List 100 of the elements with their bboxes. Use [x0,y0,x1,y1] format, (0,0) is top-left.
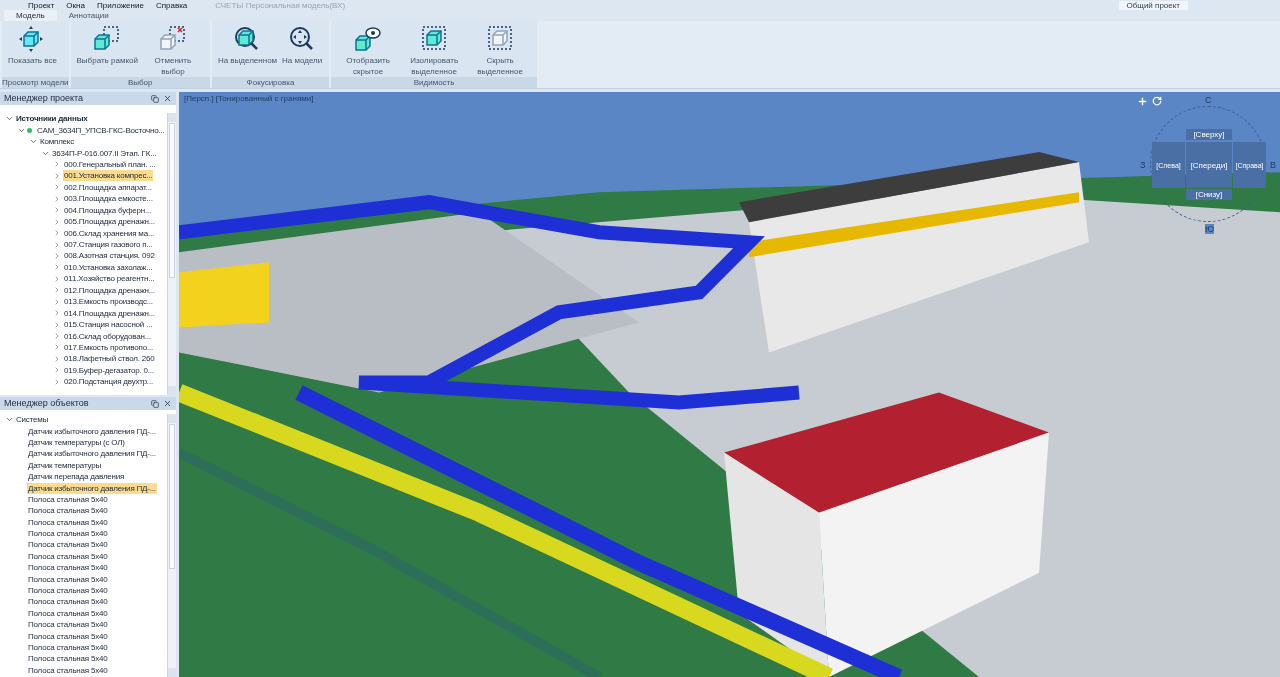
ribbon-tab[interactable]: Аннотации [56,10,121,21]
tree-item[interactable]: Датчик температуры (с ОЛ) [27,436,126,448]
tree-item[interactable]: 002.Площадка аппарат... [63,181,153,193]
tree-item[interactable]: Источники данных [15,113,89,125]
project-button[interactable]: Общий проект [1118,1,1188,10]
tree-item[interactable]: Полоса стальная 5х40 [27,539,109,551]
tree-item[interactable]: Датчик перепада давления [27,471,126,483]
ribbon-button[interactable]: Изолировать выделенное [401,25,468,77]
collapsed-chevron-icon[interactable] [53,332,61,341]
tree-item[interactable]: 013.Емкость производс... [63,296,154,308]
tree-item[interactable]: Полоса стальная 5х40 [27,585,109,597]
tree-item[interactable]: Полоса стальная 5х40 [27,619,109,631]
tree-item[interactable]: 017.Емкость противопо... [63,341,154,353]
tree-item[interactable]: 008.Азотная станция. 092 [63,250,156,262]
menu-item[interactable]: Приложение [96,1,144,10]
scrollbar[interactable] [167,113,176,395]
menu-item[interactable]: Окна [66,1,85,10]
tree-item[interactable]: 012.Площадка дренажн... [63,284,156,296]
tree-item[interactable]: Полоса стальная 5х40 [27,516,109,528]
tree-item[interactable]: Полоса стальная 5х40 [27,573,109,585]
collapsed-chevron-icon[interactable] [53,229,61,238]
ribbon-button[interactable]: На модели [279,25,326,66]
collapsed-chevron-icon[interactable] [53,206,61,215]
tree-item[interactable]: CAM_3634П_УПСВ-ГКС-Восточно... [36,124,166,136]
tree-item[interactable]: Датчик избыточного давления ПД-... [27,448,157,460]
tree-item[interactable]: Полоса стальная 5х40 [27,607,109,619]
tree-item[interactable]: 006.Склад хранения ма... [63,227,155,239]
ribbon-group-title: Выбор [70,77,210,88]
collapsed-chevron-icon[interactable] [53,240,61,249]
cube-face[interactable]: [Спереди] [1186,142,1232,188]
collapsed-chevron-icon[interactable] [53,354,61,363]
collapsed-chevron-icon[interactable] [53,377,61,386]
menu-item[interactable]: Проект [28,1,55,10]
scrollbar[interactable] [167,414,176,677]
tree-item[interactable]: Полоса стальная 5х40 [27,528,109,540]
tree-item[interactable]: Полоса стальная 5х40 [27,653,109,665]
ribbon-button[interactable]: Отобразить скрытое [335,25,402,77]
tree-item[interactable]: Полоса стальная 5х40 [27,550,109,562]
ribbon-tab[interactable]: Модель [4,10,57,21]
cube-frame-icon [93,25,122,53]
collapsed-chevron-icon[interactable] [53,297,61,306]
tree-item[interactable]: 010.Установка захолаж... [63,261,154,273]
tree-item[interactable]: 007.Станция газового п... [63,239,154,251]
collapsed-chevron-icon[interactable] [53,274,61,283]
ribbon-group-title: Просмотр модели [2,77,69,88]
collapsed-chevron-icon[interactable] [53,263,61,272]
tree-item[interactable]: 001.Установка компрес... [63,170,154,182]
tree-item[interactable]: Полоса стальная 5х40 [27,596,109,608]
tree-item[interactable]: 3634П-Р-016.007.II Этап. ГК... [51,147,158,159]
tree-item[interactable]: 016.Склад оборудован... [63,330,152,342]
tree-item[interactable]: Полоса стальная 5х40 [27,493,109,505]
tree-item[interactable]: 018.Лафетный ствол. 260 [63,353,156,365]
collapsed-chevron-icon[interactable] [53,286,61,295]
ribbon-button[interactable]: Показать все [6,25,59,66]
collapsed-chevron-icon[interactable] [53,309,61,318]
collapsed-chevron-icon[interactable] [53,320,61,329]
collapsed-chevron-icon[interactable] [53,343,61,352]
tree-item[interactable]: Полоса стальная 5х40 [27,505,109,517]
tree-item[interactable]: 014.Площадка дренажн... [63,307,156,319]
tree-item[interactable]: 011.Хозяйство реагентн... [63,273,156,285]
close-icon[interactable] [163,94,172,103]
cube-face[interactable]: [Снизу] [1186,189,1232,200]
ribbon-button[interactable]: Скрыть выделенное [467,25,534,77]
tree-item[interactable]: Датчик избыточного давления ПД-... [27,425,157,437]
ribbon-button[interactable]: На выделенном [215,25,280,66]
compass-label: С [1205,95,1212,105]
close-icon[interactable] [163,399,172,408]
cube-frame-cross-icon [158,25,187,53]
tree-item[interactable]: 019.Буфер-дегазатор. 0... [63,364,155,376]
tree-item[interactable]: Полоса стальная 5х40 [27,562,109,574]
collapsed-chevron-icon[interactable] [53,217,61,226]
collapsed-chevron-icon[interactable] [53,160,61,169]
tree-item[interactable]: 020.Подстанция двухтр... [63,376,154,388]
float-icon[interactable] [151,94,159,103]
collapsed-chevron-icon[interactable] [53,183,61,192]
tree-item[interactable]: 004.Площадка буферн... [63,204,153,216]
cube-face[interactable]: [Сверху] [1186,129,1232,140]
tree-item[interactable]: 000.Генеральный план. ... [63,158,157,170]
collapsed-chevron-icon[interactable] [53,194,61,203]
float-icon[interactable] [151,399,159,408]
framed-cube-icon [420,25,449,53]
tree-item[interactable]: 005.Площадка дренажн... [63,216,156,228]
collapsed-chevron-icon[interactable] [53,251,61,260]
tree-item[interactable]: Полоса стальная 5х40 [27,630,109,642]
collapsed-chevron-icon[interactable] [53,171,61,180]
tree-item[interactable]: Комплекс [39,136,76,148]
tree-item[interactable]: Системы [15,414,50,426]
tree-item[interactable]: Датчик температуры [27,459,102,471]
ribbon-button[interactable]: Выбрать рамкой [74,25,140,66]
tree-item[interactable]: Датчик избыточного давления ПД-... [27,482,157,494]
tree-item[interactable]: Полоса стальная 5х40 [27,664,109,676]
collapsed-chevron-icon[interactable] [53,366,61,375]
panel-title: Менеджер проекта [4,92,84,105]
tree-item[interactable]: 015.Станция насосной ... [63,319,154,331]
rotate-icon[interactable] [1152,96,1162,106]
menu-item[interactable]: Справка [155,1,188,10]
add-icon[interactable] [1137,96,1148,107]
tree-item[interactable]: 003.Площадка емкосте... [63,193,154,205]
tree-item[interactable]: Полоса стальная 5х40 [27,642,109,653]
ribbon-button[interactable]: Отменить выбор [139,25,206,77]
